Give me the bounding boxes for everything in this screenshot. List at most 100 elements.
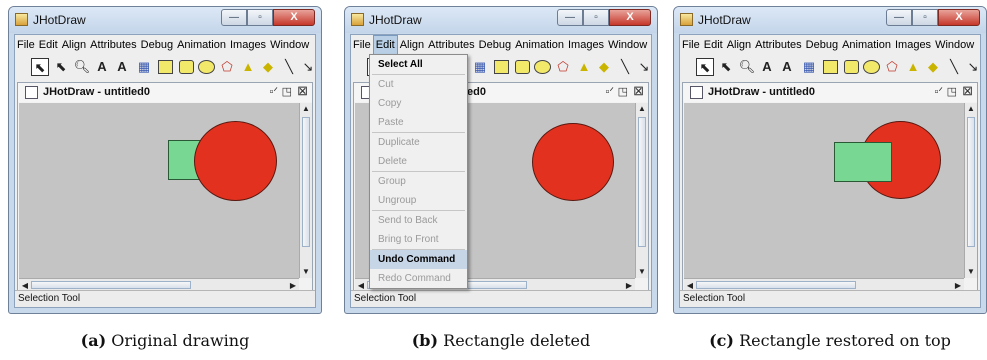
text-tool-icon[interactable]: A: [93, 58, 111, 76]
maximize-button[interactable]: ▫: [247, 9, 273, 26]
line-tool-icon[interactable]: ╲: [616, 58, 634, 76]
round-rect-tool-icon[interactable]: [844, 60, 859, 74]
scroll-down-icon[interactable]: ▼: [965, 266, 977, 278]
iconify-icon[interactable]: ▫ᐟ: [269, 85, 278, 98]
vertical-scrollbar[interactable]: ▲ ▼: [635, 103, 648, 278]
menu-edit[interactable]: Edit: [372, 35, 398, 55]
menu-images[interactable]: Images: [228, 35, 268, 55]
text-area-tool-icon[interactable]: A: [113, 58, 131, 76]
rectangle-tool-icon[interactable]: [494, 60, 509, 74]
menu-debug[interactable]: Debug: [477, 35, 513, 55]
iconify-icon[interactable]: ▫ᐟ: [605, 85, 614, 98]
menu-edit[interactable]: Edit: [702, 35, 725, 55]
menu-images[interactable]: Images: [566, 35, 606, 55]
ellipse-tool-icon[interactable]: [863, 60, 880, 74]
menu-file[interactable]: File: [15, 35, 37, 55]
zoom-tool-icon[interactable]: 🔍︎: [738, 58, 756, 76]
menu-animation[interactable]: Animation: [840, 35, 893, 55]
selection-tool-icon[interactable]: ⬉: [696, 58, 714, 76]
selection-tool-icon[interactable]: ⬉: [31, 58, 49, 76]
drawing-canvas[interactable]: [19, 103, 299, 278]
minimize-button[interactable]: —: [221, 9, 247, 26]
vertical-scrollbar[interactable]: ▲ ▼: [299, 103, 312, 278]
close-button[interactable]: X: [273, 9, 315, 26]
rectangle-tool-icon[interactable]: [158, 60, 173, 74]
menu-window[interactable]: Window: [606, 35, 649, 55]
menu-images[interactable]: Images: [893, 35, 933, 55]
rectangle-tool-icon[interactable]: [823, 60, 838, 74]
line-tool-icon[interactable]: ╲: [945, 58, 963, 76]
menu-edit[interactable]: Edit: [37, 35, 60, 55]
arrow-line-tool-icon[interactable]: ↘: [635, 58, 653, 76]
direct-select-tool-icon[interactable]: ⬉: [52, 58, 70, 76]
vertical-scrollbar[interactable]: ▲ ▼: [964, 103, 977, 278]
diamond-tool-icon[interactable]: ◆: [259, 58, 277, 76]
close-icon[interactable]: ⊠: [962, 83, 973, 99]
menu-attributes[interactable]: Attributes: [88, 35, 138, 55]
triangle-tool-icon[interactable]: ▲: [575, 58, 593, 76]
edit-menu-item-bring-to-front[interactable]: Bring to Front: [370, 230, 467, 249]
minimize-button[interactable]: —: [557, 9, 583, 26]
edit-menu-item-send-to-back[interactable]: Send to Back: [370, 211, 467, 230]
scroll-down-icon[interactable]: ▼: [300, 266, 312, 278]
diamond-tool-icon[interactable]: ◆: [595, 58, 613, 76]
line-tool-icon[interactable]: ╲: [280, 58, 298, 76]
iconify-icon[interactable]: ▫ᐟ: [934, 85, 943, 98]
polygon-tool-icon[interactable]: ⬠: [554, 58, 572, 76]
edit-menu-item-group[interactable]: Group: [370, 172, 467, 191]
maximize-icon[interactable]: ◳: [618, 85, 628, 98]
menu-attributes[interactable]: Attributes: [426, 35, 476, 55]
direct-select-tool-icon[interactable]: ⬉: [717, 58, 735, 76]
edit-menu-item-ungroup[interactable]: Ungroup: [370, 191, 467, 210]
scroll-up-icon[interactable]: ▲: [965, 103, 977, 115]
menu-debug[interactable]: Debug: [804, 35, 840, 55]
round-rect-tool-icon[interactable]: [515, 60, 530, 74]
scroll-up-icon[interactable]: ▲: [636, 103, 648, 115]
scroll-down-icon[interactable]: ▼: [636, 266, 648, 278]
vertical-scroll-thumb[interactable]: [638, 117, 646, 247]
edit-menu-item-redo-command[interactable]: Redo Command: [370, 269, 467, 288]
menu-align[interactable]: Align: [725, 35, 753, 55]
text-area-tool-icon[interactable]: A: [778, 58, 796, 76]
edit-menu-item-select-all[interactable]: Select All: [370, 55, 467, 74]
horizontal-scroll-thumb[interactable]: [696, 281, 856, 289]
zoom-tool-icon[interactable]: 🔍︎: [73, 58, 91, 76]
horizontal-scroll-thumb[interactable]: [31, 281, 191, 289]
image-tool-icon[interactable]: ▦: [471, 58, 489, 76]
menu-attributes[interactable]: Attributes: [753, 35, 803, 55]
close-icon[interactable]: ⊠: [297, 83, 308, 99]
ellipse-tool-icon[interactable]: [198, 60, 215, 74]
vertical-scroll-thumb[interactable]: [967, 117, 975, 247]
menu-file[interactable]: File: [680, 35, 702, 55]
edit-menu-item-copy[interactable]: Copy: [370, 94, 467, 113]
close-button[interactable]: X: [609, 9, 651, 26]
menu-window[interactable]: Window: [933, 35, 976, 55]
menu-animation[interactable]: Animation: [513, 35, 566, 55]
red-circle-shape[interactable]: [532, 123, 614, 201]
edit-menu-item-undo-command[interactable]: Undo Command: [370, 250, 467, 269]
menu-file[interactable]: File: [351, 35, 373, 55]
triangle-tool-icon[interactable]: ▲: [904, 58, 922, 76]
polygon-tool-icon[interactable]: ⬠: [218, 58, 236, 76]
vertical-scroll-thumb[interactable]: [302, 117, 310, 247]
maximize-icon[interactable]: ◳: [282, 85, 292, 98]
maximize-button[interactable]: ▫: [583, 9, 609, 26]
menu-align[interactable]: Align: [60, 35, 88, 55]
image-tool-icon[interactable]: ▦: [800, 58, 818, 76]
menu-align[interactable]: Align: [398, 35, 426, 55]
minimize-button[interactable]: —: [886, 9, 912, 26]
close-icon[interactable]: ⊠: [633, 83, 644, 99]
maximize-icon[interactable]: ◳: [947, 85, 957, 98]
image-tool-icon[interactable]: ▦: [135, 58, 153, 76]
triangle-tool-icon[interactable]: ▲: [239, 58, 257, 76]
arrow-line-tool-icon[interactable]: ↘: [964, 58, 982, 76]
polygon-tool-icon[interactable]: ⬠: [883, 58, 901, 76]
menu-window[interactable]: Window: [268, 35, 311, 55]
edit-menu-item-delete[interactable]: Delete: [370, 152, 467, 171]
edit-menu-item-cut[interactable]: Cut: [370, 75, 467, 94]
round-rect-tool-icon[interactable]: [179, 60, 194, 74]
ellipse-tool-icon[interactable]: [534, 60, 551, 74]
red-circle-shape[interactable]: [194, 121, 277, 201]
green-rectangle-shape[interactable]: [834, 142, 892, 182]
text-tool-icon[interactable]: A: [758, 58, 776, 76]
